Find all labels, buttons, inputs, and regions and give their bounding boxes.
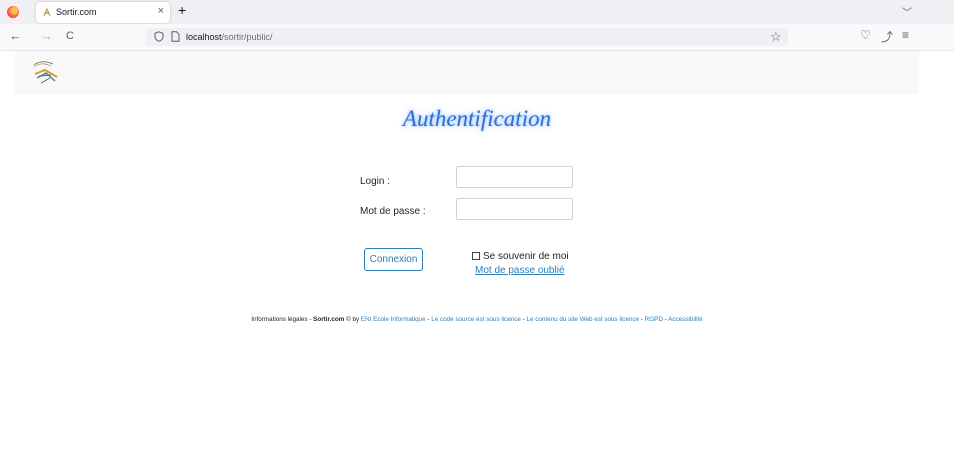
close-icon[interactable]: × [158, 5, 164, 17]
login-input[interactable] [456, 166, 573, 188]
firefox-icon[interactable] [7, 6, 19, 18]
forgot-password-link[interactable]: Mot de passe oublié [475, 265, 565, 276]
favicon-icon [43, 8, 51, 17]
footer-link-content-license[interactable]: Le contenu du site Web est sous licence [526, 316, 639, 323]
navigation-bar: ← → C localhost/sortir/public/ ☆ ♡ ⤴ ≡ [0, 24, 954, 51]
tab-sortir[interactable]: Sortir.com × [36, 2, 170, 23]
bookmark-star-icon[interactable]: ☆ [770, 29, 782, 45]
page-icon[interactable] [171, 31, 180, 42]
sortir-logo[interactable] [31, 56, 61, 88]
url-text[interactable]: localhost/sortir/public/ [186, 32, 273, 42]
footer-link-source-license[interactable]: Le code source est sous licence [431, 316, 521, 323]
new-tab-button[interactable]: + [178, 2, 186, 18]
footer-link-accessibility[interactable]: Accessibilité [668, 316, 703, 323]
pocket-icon[interactable]: ♡ [860, 28, 871, 42]
footer-link-eni[interactable]: ENI Ecole Informatique [361, 316, 426, 323]
page-title: Authentification [402, 106, 552, 131]
url-path: /sortir/public/ [221, 32, 273, 42]
remember-me[interactable]: Se souvenir de moi [472, 251, 569, 262]
chevron-down-icon[interactable]: ﹀ [902, 4, 912, 19]
tab-title: Sortir.com [56, 7, 97, 17]
extensions-icon[interactable]: ⤴ [881, 28, 893, 45]
remember-checkbox[interactable] [472, 252, 480, 260]
password-input[interactable] [456, 198, 573, 220]
menu-icon[interactable]: ≡ [902, 28, 909, 42]
footer-by: © by [344, 316, 361, 323]
back-button[interactable]: ← [9, 29, 22, 43]
connexion-button[interactable]: Connexion [364, 248, 423, 271]
tab-strip: Sortir.com × + ﹀ [0, 0, 954, 24]
shield-icon[interactable] [154, 31, 164, 42]
footer: Informations légales - Sortir.com © by E… [0, 316, 954, 323]
reload-button[interactable]: C [66, 29, 74, 43]
remember-label: Se souvenir de moi [483, 251, 569, 262]
site-header [15, 51, 919, 94]
footer-link-rgpd[interactable]: RGPD [645, 316, 663, 323]
password-label: Mot de passe : [360, 206, 426, 217]
login-label: Login : [360, 176, 391, 187]
footer-brand: Sortir.com [313, 316, 345, 323]
forward-button[interactable]: → [40, 29, 53, 43]
url-host: localhost [186, 32, 222, 42]
footer-prefix: Informations légales - [251, 316, 314, 323]
url-bar[interactable]: localhost/sortir/public/ ☆ [146, 28, 788, 46]
